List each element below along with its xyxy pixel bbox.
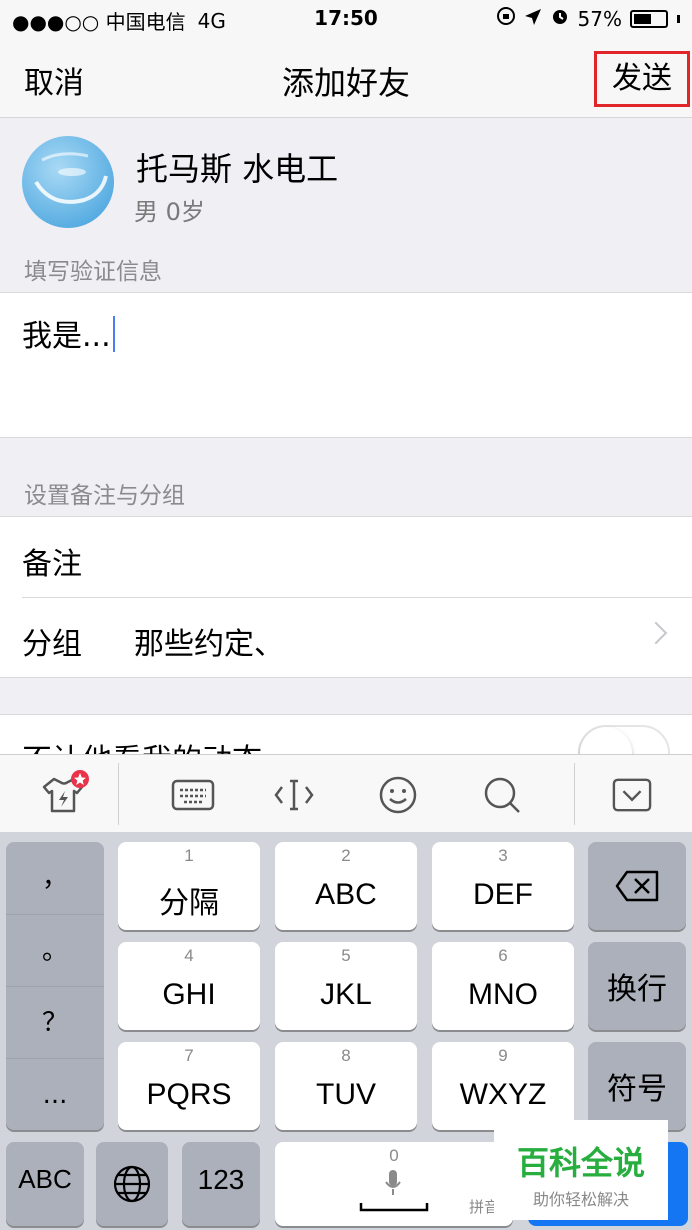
cursor-icon[interactable] [274, 775, 314, 815]
verify-message-field[interactable]: 我是... [0, 292, 692, 438]
remark-row[interactable]: 备注 [0, 517, 692, 597]
key-label: JKL [320, 978, 372, 1011]
key-label: GHI [162, 978, 216, 1011]
text-caret [112, 316, 115, 352]
group-value: 那些约定、 [134, 627, 284, 662]
key-num: 2 [341, 846, 351, 865]
key-2[interactable]: 2 ABC [275, 842, 417, 930]
space-key[interactable]: 0 拼音 [275, 1142, 513, 1226]
key-num: 5 [341, 946, 351, 965]
key-8[interactable]: 8 TUV [275, 1042, 417, 1130]
delete-key[interactable] [588, 842, 686, 930]
key-num: 4 [184, 946, 194, 965]
space-bar-icon [359, 1200, 429, 1218]
keyboard-toolbar [0, 754, 692, 832]
verify-text-wrapper: 我是... [22, 311, 115, 355]
globe-key[interactable] [96, 1142, 168, 1226]
search-icon[interactable] [482, 775, 522, 815]
microphone-icon [383, 1168, 403, 1203]
globe-icon [112, 1164, 152, 1209]
skin-shirt-icon[interactable] [38, 769, 90, 821]
status-bar: ●●●○○ 中国电信 4G 17:50 57% [0, 0, 692, 38]
watermark-sub: 助你轻松解决 [532, 1190, 629, 1209]
toolbar-divider [118, 763, 119, 825]
key-num: 8 [341, 1046, 351, 1065]
numbers-label: 123 [197, 1164, 245, 1195]
status-right: 57% [496, 6, 680, 31]
abc-key[interactable]: ABC [6, 1142, 84, 1226]
key-num: 9 [498, 1046, 508, 1065]
group-label: 分组 [22, 627, 82, 662]
key-label: WXYZ [459, 1078, 547, 1111]
verify-section-label: 填写验证信息 [24, 259, 162, 285]
toolbar-divider [574, 763, 575, 825]
newline-label: 换行 [607, 973, 667, 1006]
key-1[interactable]: 1 分隔 [118, 842, 260, 930]
watermark-main: 百科全说 [516, 1144, 645, 1182]
group-row[interactable]: 分组 那些约定、 [0, 597, 692, 677]
key-3[interactable]: 3 DEF [432, 842, 574, 930]
key-label: TUV [316, 1078, 376, 1111]
key-num: 6 [498, 946, 508, 965]
profile-name: 托马斯 水电工 [136, 150, 339, 188]
battery-icon [630, 9, 668, 28]
newline-key[interactable]: 换行 [588, 942, 686, 1030]
key-label: MNO [468, 978, 538, 1011]
punct-key[interactable]: ， [6, 842, 104, 914]
punctuation-panel: ， 。 ？ ... [6, 842, 104, 1130]
abc-label: ABC [18, 1164, 72, 1194]
profile-sub: 男 0岁 [134, 198, 205, 226]
battery-tip [677, 14, 680, 23]
alarm-icon [550, 6, 570, 31]
symbols-label: 符号 [607, 1073, 667, 1106]
rotation-lock-icon [496, 6, 516, 31]
key-num: 1 [184, 846, 194, 865]
key-label: ABC [315, 878, 377, 911]
space-num: 0 [389, 1146, 399, 1165]
key-label: 分隔 [159, 887, 219, 920]
send-button[interactable]: 发送 [594, 51, 690, 107]
punct-key[interactable]: ？ [6, 986, 104, 1058]
location-arrow-icon [524, 7, 542, 31]
keyboard-icon[interactable] [170, 775, 216, 815]
nav-bar: 取消 添加好友 发送 [0, 38, 692, 118]
profile-header: 托马斯 水电工 男 0岁 [0, 118, 692, 238]
punct-key[interactable]: 。 [6, 914, 104, 986]
key-num: 3 [498, 846, 508, 865]
chevron-right-icon [644, 621, 668, 645]
remark-label: 备注 [22, 547, 82, 582]
settings-section-label: 设置备注与分组 [24, 483, 185, 509]
emoji-icon[interactable] [378, 775, 418, 815]
punct-key[interactable]: ... [6, 1058, 104, 1130]
page-title: 添加好友 [281, 64, 410, 102]
key-9[interactable]: 9 WXYZ [432, 1042, 574, 1130]
numbers-key[interactable]: 123 [182, 1142, 260, 1226]
verify-text: 我是... [22, 319, 111, 354]
key-5[interactable]: 5 JKL [275, 942, 417, 1030]
battery-percent: 57% [577, 6, 622, 31]
avatar[interactable] [22, 136, 114, 228]
key-label: DEF [473, 878, 533, 911]
key-7[interactable]: 7 PQRS [118, 1042, 260, 1130]
key-label: PQRS [146, 1078, 232, 1111]
symbols-key[interactable]: 符号 [588, 1042, 686, 1130]
watermark-logo: 百科全说 助你轻松解决 [494, 1120, 668, 1220]
key-4[interactable]: 4 GHI [118, 942, 260, 1030]
key-num: 7 [184, 1046, 194, 1065]
key-6[interactable]: 6 MNO [432, 942, 574, 1030]
backspace-icon [615, 870, 659, 907]
hide-keyboard-icon[interactable] [612, 775, 652, 815]
settings-list: 备注 分组 那些约定、 [0, 516, 692, 678]
